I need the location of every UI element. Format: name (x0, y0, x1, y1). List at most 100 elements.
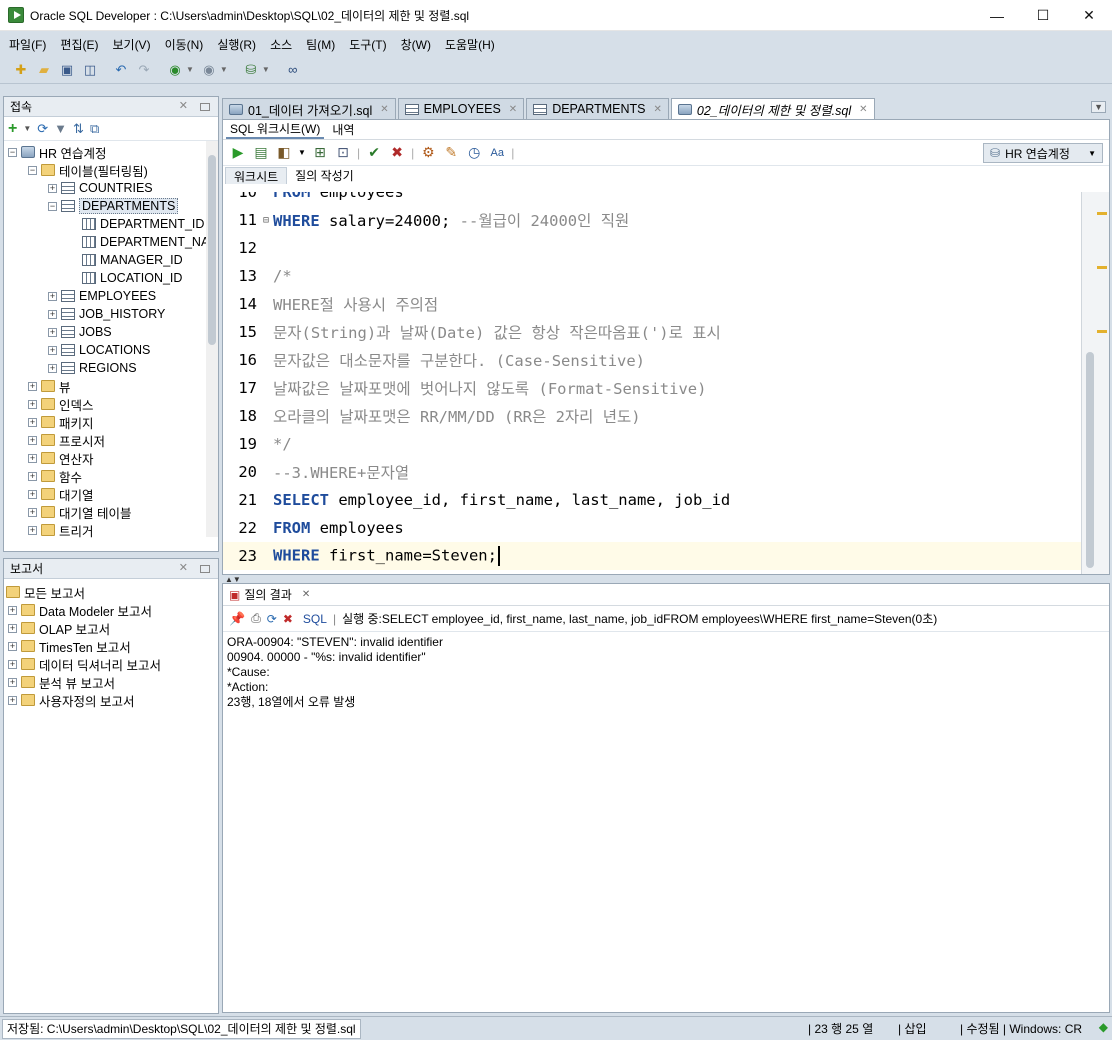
expand-toggle-icon[interactable]: + (28, 417, 37, 427)
expand-toggle-icon[interactable]: + (28, 525, 37, 535)
tab-departments[interactable]: DEPARTMENTS ✕ (526, 98, 669, 119)
panel-close-icon[interactable]: ✕ (179, 561, 188, 574)
expand-toggle-icon[interactable]: + (48, 291, 57, 301)
collapse-toggle-icon[interactable]: − (28, 165, 37, 175)
expand-toggle-icon[interactable]: + (28, 453, 37, 463)
tree-node-queues[interactable]: + 대기열 (28, 485, 94, 503)
forward-icon[interactable]: ◉ (200, 61, 218, 79)
menu-team[interactable]: 팀(M) (301, 36, 340, 53)
tab-history[interactable]: 내역 (328, 121, 358, 138)
panel-minimize-icon[interactable] (200, 565, 210, 573)
sql-history-icon[interactable]: ◷ (465, 144, 483, 161)
expand-toggle-icon[interactable]: + (28, 435, 37, 445)
code-line[interactable]: 17 날짜값은 날짜포맷에 벗어나지 않도록 (Format-Sensitive) (223, 374, 1081, 402)
clear-icon[interactable]: ✎ (442, 144, 460, 161)
schema-browser-icon[interactable]: ⇅ (73, 121, 84, 137)
sql-tuning-icon[interactable]: ⊡ (334, 144, 352, 161)
run-statement-icon[interactable]: ▶ (229, 144, 247, 161)
sql-worksheet-icon[interactable]: ⛁ (242, 61, 260, 79)
code-line[interactable]: 14 WHERE절 사용시 주의점 (223, 290, 1081, 318)
tree-node-manager-id[interactable]: MANAGER_ID (82, 251, 183, 269)
code-line[interactable]: 13 /* (223, 262, 1081, 290)
forward-dropdown-icon[interactable]: ▼ (220, 65, 228, 74)
scrollbar-thumb[interactable] (208, 155, 216, 345)
fold-toggle-icon[interactable]: ⊟ (259, 215, 273, 226)
code-line[interactable]: 10 FROM employees (223, 192, 1081, 206)
back-icon[interactable]: ◉ (166, 61, 184, 79)
redo-icon[interactable]: ↷ (135, 61, 153, 79)
expand-toggle-icon[interactable]: + (48, 363, 57, 373)
expand-toggle-icon[interactable]: + (8, 659, 17, 669)
collapse-icon[interactable]: ⧉ (90, 121, 99, 137)
refresh-icon[interactable]: ⟳ (37, 121, 48, 137)
expand-toggle-icon[interactable]: + (48, 327, 57, 337)
minimize-button[interactable]: — (974, 0, 1020, 31)
expand-toggle-icon[interactable]: + (28, 489, 37, 499)
menu-file[interactable]: 파일(F) (4, 36, 51, 53)
tab-close-icon[interactable]: ✕ (859, 104, 867, 115)
menu-window[interactable]: 창(W) (396, 36, 436, 53)
tab-02-data-restrict-sort-sql[interactable]: 02_데이터의 제한 및 정렬.sql ✕ (670, 98, 875, 119)
tree-node-procedures[interactable]: + 프로시저 (28, 431, 105, 449)
code-line[interactable]: 11 ⊟ WHERE salary=24000; --월급이 24000인 직원 (223, 206, 1081, 234)
expand-toggle-icon[interactable]: + (8, 677, 17, 687)
tree-node-analytic-view-reports[interactable]: + 분석 뷰 보고서 (8, 673, 115, 691)
menu-help[interactable]: 도움말(H) (440, 36, 500, 53)
tree-node-queue-tables[interactable]: + 대기열 테이블 (28, 503, 131, 521)
tree-node-jobs[interactable]: + JOBS (48, 323, 112, 341)
undo-icon[interactable]: ↶ (112, 61, 130, 79)
tree-node-operators[interactable]: + 연산자 (28, 449, 94, 467)
tree-node-views[interactable]: + 뷰 (28, 377, 71, 395)
tree-node-functions[interactable]: + 함수 (28, 467, 82, 485)
warning-marker[interactable] (1097, 330, 1107, 333)
sql-worksheet-dropdown-icon[interactable]: ▼ (262, 65, 270, 74)
tree-node-timesten-reports[interactable]: + TimesTen 보고서 (8, 637, 131, 655)
save-icon[interactable]: ▣ (58, 61, 76, 79)
cancel-query-icon[interactable]: ✖ (283, 612, 293, 626)
back-dropdown-icon[interactable]: ▼ (186, 65, 194, 74)
expand-toggle-icon[interactable]: + (8, 695, 17, 705)
code-line[interactable]: 20 --3.WHERE+문자열 (223, 458, 1081, 486)
save-all-icon[interactable]: ◫ (81, 61, 99, 79)
add-connection-icon[interactable]: + (8, 120, 17, 138)
autotrace-icon[interactable]: ◧ (275, 144, 293, 161)
scrollbar-thumb[interactable] (1086, 352, 1094, 568)
code-line[interactable]: 15 문자(String)과 날짜(Date) 값은 항상 작은따옴표(')로 표… (223, 318, 1081, 346)
tab-01-data-fetch-sql[interactable]: 01_데이터 가져오기.sql ✕ (222, 98, 396, 119)
tree-node-packages[interactable]: + 패키지 (28, 413, 94, 431)
tab-query-builder[interactable]: 질의 작성기 (287, 167, 362, 184)
code-line[interactable]: 21 SELECT employee_id, first_name, last_n… (223, 486, 1081, 514)
expand-toggle-icon[interactable]: + (28, 507, 37, 517)
code-line[interactable]: 16 문자값은 대소문자를 구분한다. (Case-Sensitive) (223, 346, 1081, 374)
connection-selector[interactable]: ⛁ HR 연습계정 ▼ (983, 143, 1103, 163)
expand-toggle-icon[interactable]: + (8, 623, 17, 633)
tab-close-icon[interactable]: ✕ (380, 104, 388, 115)
new-file-icon[interactable]: ✚ (12, 61, 30, 79)
expand-toggle-icon[interactable]: + (48, 309, 57, 319)
autotrace-dropdown-icon[interactable]: ▼ (298, 148, 306, 157)
tab-close-icon[interactable]: ✕ (509, 104, 517, 115)
refresh-icon[interactable]: ⟳ (267, 612, 277, 626)
commit-icon[interactable]: ✔ (365, 144, 383, 161)
warning-marker[interactable] (1097, 266, 1107, 269)
binoculars-icon[interactable]: ∞ (284, 61, 302, 79)
expand-toggle-icon[interactable]: + (48, 345, 57, 355)
menu-source[interactable]: 소스 (265, 36, 297, 53)
tree-node-user-defined-reports[interactable]: + 사용자정의 보고서 (8, 691, 134, 709)
menu-edit[interactable]: 편집(E) (55, 36, 103, 53)
explain-plan-icon[interactable]: ⊞ (311, 144, 329, 161)
tree-node-regions[interactable]: + REGIONS (48, 359, 137, 377)
tree-node-data-dictionary-reports[interactable]: + 데이터 딕셔너리 보고서 (8, 655, 161, 673)
tree-node-triggers[interactable]: + 트리거 (28, 521, 94, 539)
code-line[interactable]: 12 (223, 234, 1081, 262)
tab-sql-worksheet[interactable]: SQL 워크시트(W) (226, 120, 325, 139)
code-line[interactable]: 19 */ (223, 430, 1081, 458)
tree-vertical-scrollbar[interactable] (206, 141, 218, 537)
collapse-toggle-icon[interactable]: − (48, 201, 57, 211)
tree-node-department-id[interactable]: DEPARTMENT_ID (82, 215, 204, 233)
print-icon[interactable]: ⎙ (251, 611, 261, 626)
panel-close-icon[interactable]: ✕ (179, 99, 188, 112)
expand-toggle-icon[interactable]: + (28, 399, 37, 409)
tree-node-location-id[interactable]: LOCATION_ID (82, 269, 182, 287)
tree-node-countries[interactable]: + COUNTRIES (48, 179, 153, 197)
